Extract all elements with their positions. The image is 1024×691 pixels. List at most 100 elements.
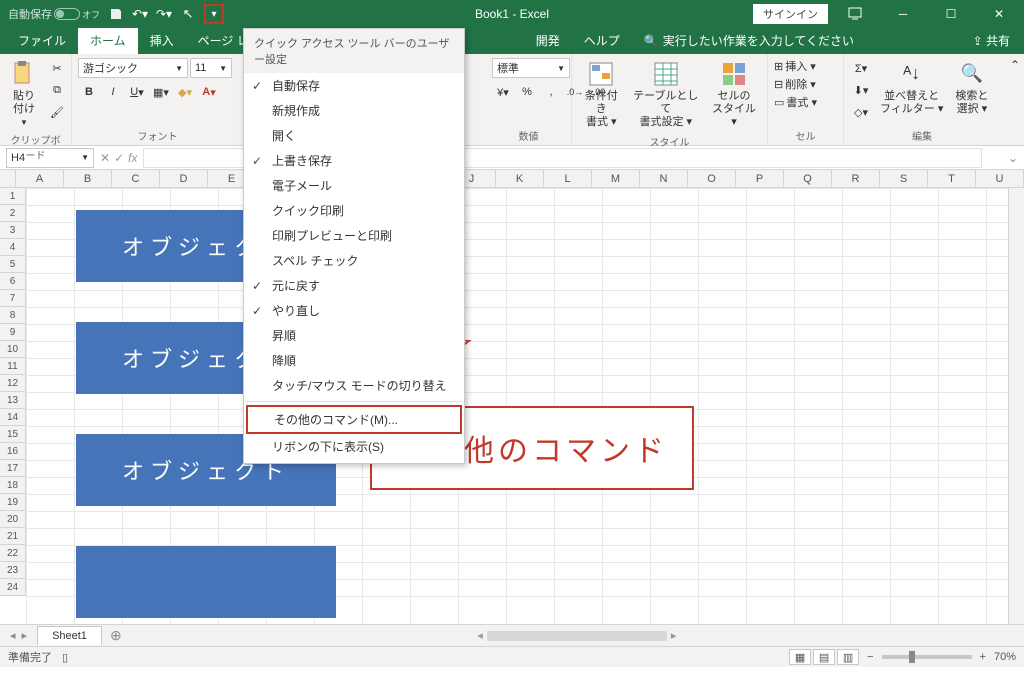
- row-header[interactable]: 15: [0, 426, 25, 443]
- menu-item[interactable]: やり直し: [244, 298, 464, 323]
- comma-button[interactable]: ,: [540, 82, 562, 102]
- italic-button[interactable]: I: [102, 82, 124, 102]
- enter-formula-icon[interactable]: ✓: [114, 151, 124, 165]
- row-header[interactable]: 24: [0, 579, 25, 596]
- menu-item[interactable]: 元に戻す: [244, 273, 464, 298]
- cut-icon[interactable]: ✂: [46, 58, 68, 78]
- menu-show-below-ribbon[interactable]: リボンの下に表示(S): [244, 434, 464, 459]
- autosave-toggle[interactable]: 自動保存 オフ: [8, 6, 100, 22]
- minimize-button[interactable]: ─: [882, 0, 924, 28]
- page-break-view-button[interactable]: ▥: [837, 649, 859, 665]
- vertical-scrollbar[interactable]: [1008, 188, 1024, 624]
- row-header[interactable]: 19: [0, 494, 25, 511]
- column-header[interactable]: P: [736, 170, 784, 187]
- column-header[interactable]: T: [928, 170, 976, 187]
- menu-item[interactable]: 開く: [244, 123, 464, 148]
- underline-button[interactable]: U▾: [126, 82, 148, 102]
- row-header[interactable]: 11: [0, 358, 25, 375]
- expand-formula-bar-icon[interactable]: ⌄: [1002, 151, 1024, 165]
- menu-item[interactable]: タッチ/マウス モードの切り替え: [244, 373, 464, 398]
- fill-color-button[interactable]: ◆▾: [174, 82, 196, 102]
- conditional-format-button[interactable]: 条件付き 書式 ▾: [578, 58, 625, 132]
- currency-button[interactable]: ¥▾: [492, 82, 514, 102]
- menu-more-commands[interactable]: その他のコマンド(M)...: [246, 405, 462, 434]
- redo-icon[interactable]: ↷▾: [156, 6, 172, 22]
- find-select-button[interactable]: 🔍 検索と 選択 ▾: [951, 58, 992, 118]
- row-header[interactable]: 4: [0, 239, 25, 256]
- column-header[interactable]: O: [688, 170, 736, 187]
- menu-item[interactable]: スペル チェック: [244, 248, 464, 273]
- column-header[interactable]: D: [160, 170, 208, 187]
- page-layout-view-button[interactable]: ▤: [813, 649, 835, 665]
- row-header[interactable]: 9: [0, 324, 25, 341]
- worksheet-grid[interactable]: ABCDEFGHIJKLMNOPQRSTU 123456789101112131…: [0, 170, 1024, 624]
- format-cells-button[interactable]: ▭書式 ▾: [774, 94, 817, 110]
- row-header[interactable]: 20: [0, 511, 25, 528]
- autosum-button[interactable]: Σ▾: [850, 58, 872, 78]
- row-header[interactable]: 8: [0, 307, 25, 324]
- row-header[interactable]: 21: [0, 528, 25, 545]
- number-format-select[interactable]: 標準▼: [492, 58, 570, 78]
- font-size-select[interactable]: 11▼: [190, 58, 232, 78]
- column-header[interactable]: K: [496, 170, 544, 187]
- close-button[interactable]: ✕: [978, 0, 1020, 28]
- sheet-nav[interactable]: ◂▸: [0, 629, 37, 642]
- row-header[interactable]: 5: [0, 256, 25, 273]
- tell-me-search[interactable]: 🔍 実行したい作業を入力してください: [632, 27, 866, 54]
- column-header[interactable]: S: [880, 170, 928, 187]
- cell-styles-button[interactable]: セルの スタイル ▾: [707, 58, 761, 132]
- row-header[interactable]: 18: [0, 477, 25, 494]
- menu-item[interactable]: 印刷プレビューと印刷: [244, 223, 464, 248]
- font-color-button[interactable]: A▾: [198, 82, 220, 102]
- menu-item[interactable]: 降順: [244, 348, 464, 373]
- shape-object-4[interactable]: [76, 546, 336, 618]
- collapse-ribbon-button[interactable]: ⌃: [1010, 58, 1020, 72]
- column-header[interactable]: N: [640, 170, 688, 187]
- select-all-corner[interactable]: [0, 170, 16, 187]
- tab-home[interactable]: ホーム: [78, 27, 138, 54]
- tab-file[interactable]: ファイル: [6, 27, 78, 54]
- prev-sheet-icon[interactable]: ◂: [10, 629, 16, 642]
- zoom-slider[interactable]: [882, 655, 972, 659]
- tab-developer[interactable]: 開発: [524, 27, 572, 54]
- row-header[interactable]: 23: [0, 562, 25, 579]
- column-header[interactable]: L: [544, 170, 592, 187]
- format-painter-icon[interactable]: 🖌: [46, 102, 68, 122]
- cursor-icon[interactable]: ↖: [180, 6, 196, 22]
- signin-button[interactable]: サインイン: [753, 4, 828, 24]
- border-button[interactable]: ▦▾: [150, 82, 172, 102]
- insert-cells-button[interactable]: ⊞挿入 ▾: [774, 58, 816, 74]
- macro-record-icon[interactable]: ▯: [62, 651, 68, 664]
- fx-icon[interactable]: fx: [128, 151, 137, 165]
- undo-icon[interactable]: ↶▾: [132, 6, 148, 22]
- menu-item[interactable]: 自動保存: [244, 73, 464, 98]
- clear-button[interactable]: ◇▾: [850, 102, 872, 122]
- column-header[interactable]: R: [832, 170, 880, 187]
- column-header[interactable]: C: [112, 170, 160, 187]
- menu-item[interactable]: クイック印刷: [244, 198, 464, 223]
- next-sheet-icon[interactable]: ▸: [22, 629, 28, 642]
- zoom-out-button[interactable]: −: [867, 651, 873, 663]
- column-header[interactable]: B: [64, 170, 112, 187]
- zoom-level[interactable]: 70%: [994, 651, 1016, 663]
- row-header[interactable]: 2: [0, 205, 25, 222]
- column-header[interactable]: U: [976, 170, 1024, 187]
- row-header[interactable]: 10: [0, 341, 25, 358]
- row-header[interactable]: 6: [0, 273, 25, 290]
- format-as-table-button[interactable]: テーブルとして 書式設定 ▾: [629, 58, 704, 132]
- sort-filter-button[interactable]: ᴬ↓ 並べ替えと フィルター ▾: [876, 58, 947, 118]
- row-header[interactable]: 1: [0, 188, 25, 205]
- menu-item[interactable]: 上書き保存: [244, 148, 464, 173]
- row-header[interactable]: 16: [0, 443, 25, 460]
- copy-icon[interactable]: ⧉: [46, 80, 68, 100]
- column-header[interactable]: A: [16, 170, 64, 187]
- row-header[interactable]: 14: [0, 409, 25, 426]
- column-header[interactable]: Q: [784, 170, 832, 187]
- paste-button[interactable]: 貼り付け ▼: [6, 58, 42, 130]
- row-header[interactable]: 13: [0, 392, 25, 409]
- menu-item[interactable]: 新規作成: [244, 98, 464, 123]
- ribbon-options-icon[interactable]: [834, 0, 876, 28]
- row-header[interactable]: 3: [0, 222, 25, 239]
- row-header[interactable]: 17: [0, 460, 25, 477]
- column-header[interactable]: M: [592, 170, 640, 187]
